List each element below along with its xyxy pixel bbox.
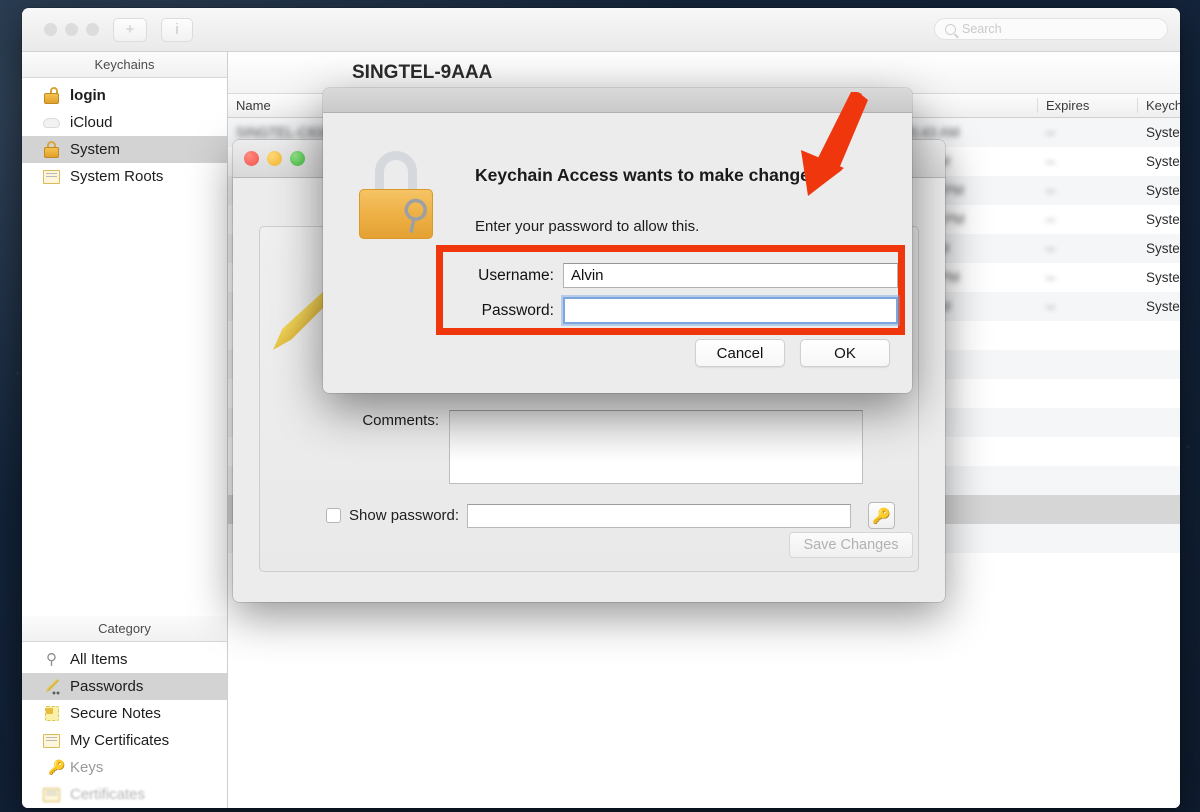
username-row: Username: Alvin (443, 263, 898, 288)
plus-icon: + (125, 21, 135, 38)
column-header-expires[interactable]: Expires (1038, 98, 1138, 113)
cancel-button[interactable]: Cancel (695, 339, 785, 367)
keys-icon: ⚲ (46, 651, 57, 668)
sidebar-item-keys[interactable]: 🔑 Keys (22, 754, 227, 781)
sidebar-item-all-items[interactable]: ⚲ All Items (22, 646, 227, 673)
sidebar-item-system-roots[interactable]: System Roots (22, 163, 227, 190)
cell-expires: -- (1046, 241, 1055, 256)
sidebar-item-label: All Items (70, 651, 128, 668)
secure-note-icon (42, 704, 61, 723)
password-row: Password: (443, 297, 898, 324)
sidebar-item-system[interactable]: System (22, 136, 227, 163)
cell-expires: -- (1046, 299, 1055, 314)
cell-keychain: System (1146, 241, 1180, 256)
sidebar-item-label: Passwords (70, 678, 144, 695)
certificate-icon (42, 167, 61, 186)
username-field[interactable]: Alvin (562, 263, 898, 288)
minimize-button[interactable] (267, 151, 282, 166)
sidebar-item-label: System Roots (70, 168, 164, 185)
cell-expires: -- (1046, 270, 1055, 285)
add-item-button[interactable]: + (113, 17, 147, 42)
window-titlebar: + i Search (22, 8, 1180, 52)
show-password-label: Show password: (349, 507, 460, 524)
sidebar-item-label: Secure Notes (70, 705, 161, 722)
certificate-icon (42, 731, 61, 750)
sidebar-item-login[interactable]: login (22, 82, 227, 109)
password-field[interactable] (467, 503, 852, 528)
sidebar: Keychains login iCloud System System Roo… (22, 52, 228, 808)
sidebar-item-label: iCloud (70, 114, 113, 131)
minimize-button[interactable] (65, 23, 78, 36)
highlight-box: Username: Alvin Password: (436, 245, 905, 335)
username-label: Username: (478, 266, 554, 284)
show-password-row: Show password: 🔑 (233, 502, 945, 529)
sidebar-item-label: login (70, 87, 106, 104)
cloud-icon (42, 113, 61, 132)
keychains-header: Keychains (22, 52, 227, 78)
column-header-keychain[interactable]: Keychain (1138, 98, 1180, 113)
cell-expires: -- (1046, 125, 1055, 140)
comments-label: Comments: (362, 412, 439, 429)
search-placeholder: Search (962, 22, 1002, 36)
sidebar-item-certificates[interactable]: Certificates (22, 781, 227, 808)
sidebar-item-label: System (70, 141, 121, 158)
locked-lock-icon (42, 140, 61, 159)
pencil-icon (42, 677, 61, 696)
cell-expires: -- (1046, 212, 1055, 227)
dialog-buttons: Cancel OK (695, 339, 890, 367)
sidebar-item-label: My Certificates (70, 732, 170, 749)
cell-keychain: System (1146, 183, 1180, 198)
dialog-subtext: Enter your password to allow this. (475, 218, 700, 235)
sidebar-item-label: Certificates (70, 786, 146, 803)
cell-keychain: System (1146, 154, 1180, 169)
ok-button[interactable]: OK (800, 339, 890, 367)
cell-keychain: System (1146, 299, 1180, 314)
keychains-list: login iCloud System System Roots (22, 78, 227, 190)
sidebar-item-secure-notes[interactable]: Secure Notes (22, 700, 227, 727)
cell-keychain: System (1146, 270, 1180, 285)
cell-keychain: System (1146, 125, 1180, 140)
certificate-icon (42, 785, 61, 804)
cell-expires: -- (1046, 154, 1055, 169)
sidebar-item-label: Keys (70, 759, 104, 776)
password-field[interactable] (562, 297, 898, 324)
comments-textarea[interactable] (449, 410, 863, 484)
item-info-button[interactable]: i (161, 17, 193, 42)
sidebar-item-my-certificates[interactable]: My Certificates (22, 727, 227, 754)
search-icon (945, 23, 956, 35)
save-changes-button[interactable]: Save Changes (789, 532, 913, 558)
traffic-lights[interactable] (44, 23, 99, 36)
keychain-lock-icon: ⚲ (359, 151, 433, 240)
search-input[interactable]: Search (934, 18, 1168, 40)
comments-row: Comments: (233, 410, 945, 484)
unlocked-lock-icon (42, 86, 61, 105)
dialog-heading: Keychain Access wants to make changes. (475, 165, 825, 185)
cell-expires: -- (1046, 183, 1055, 198)
close-button[interactable] (244, 151, 259, 166)
zoom-button[interactable] (86, 23, 99, 36)
category-list: ⚲ All Items Passwords Secure Notes My Ce… (22, 642, 227, 808)
sidebar-item-passwords[interactable]: Passwords (22, 673, 227, 700)
key-icon: 🔑 (48, 759, 66, 775)
show-password-checkbox[interactable] (326, 508, 341, 523)
category-header: Category (22, 616, 227, 642)
info-icon: i (175, 21, 179, 38)
key-icon[interactable]: 🔑 (868, 502, 896, 529)
sidebar-item-icloud[interactable]: iCloud (22, 109, 227, 136)
red-arrow-annotation (801, 92, 868, 196)
zoom-button[interactable] (290, 151, 305, 166)
password-label: Password: (481, 301, 554, 319)
close-button[interactable] (44, 23, 57, 36)
cell-keychain: System (1146, 212, 1180, 227)
